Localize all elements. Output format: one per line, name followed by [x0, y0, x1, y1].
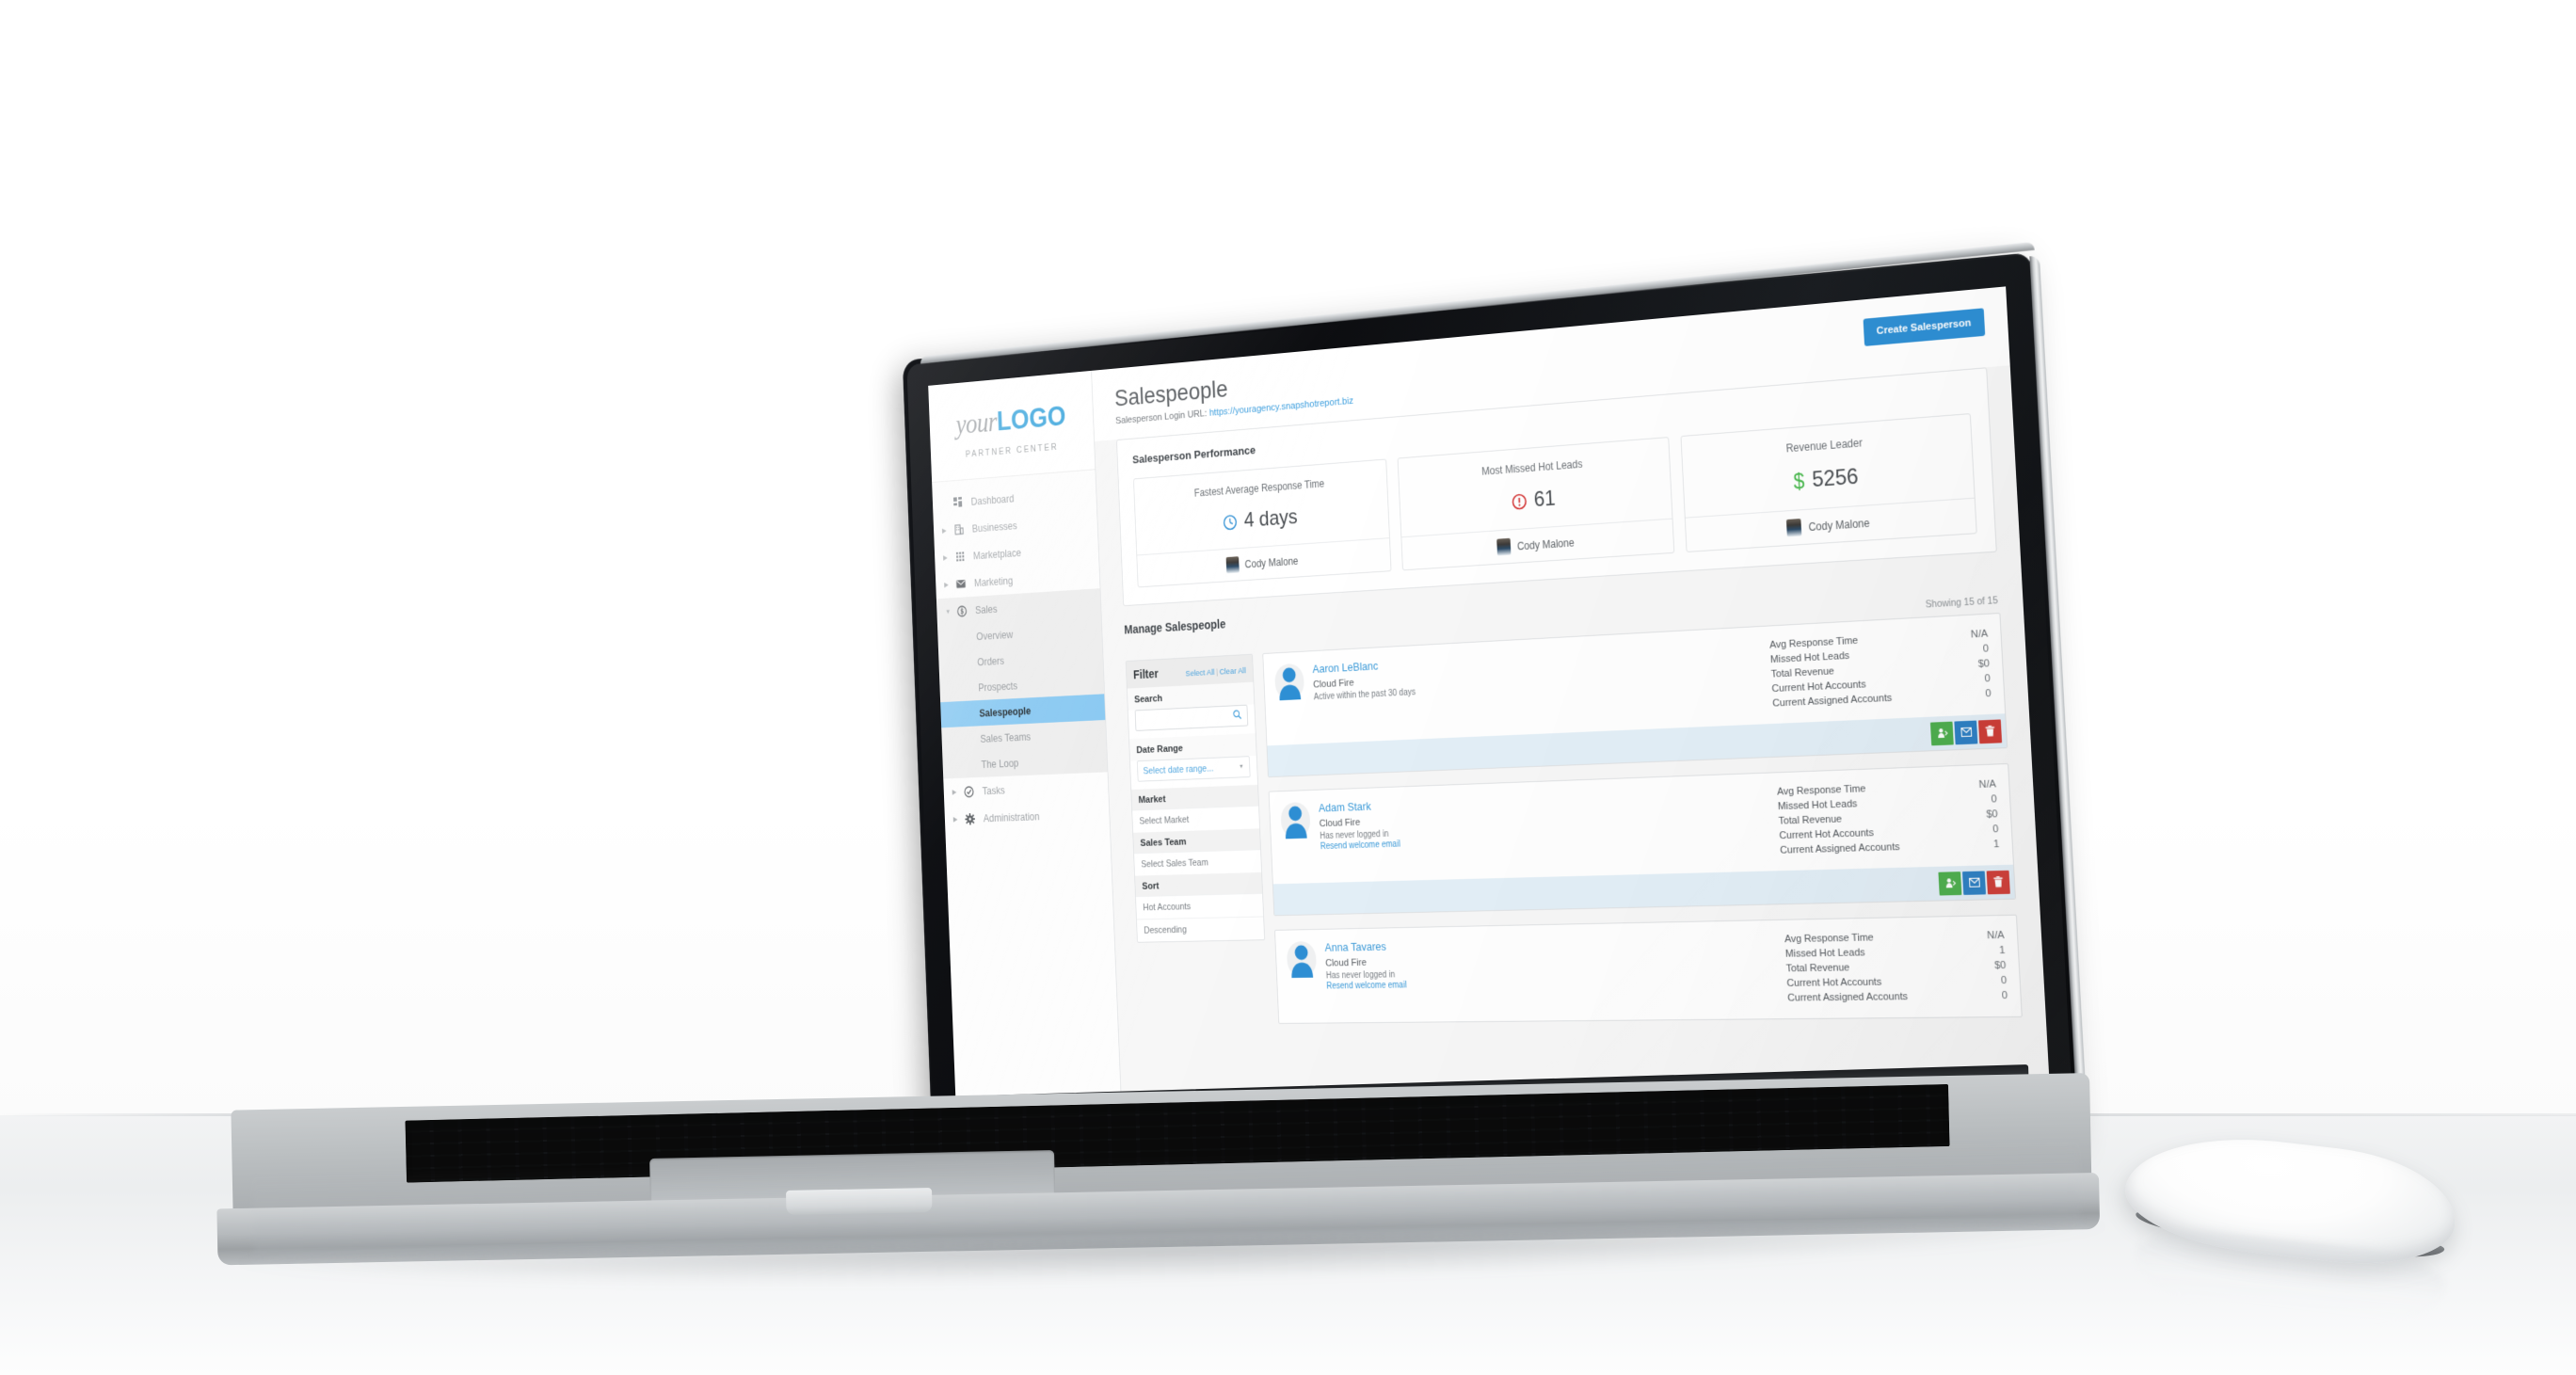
laptop-mockup: yourLOGO PARTNER CENTER Dashboard ▶ Busi… — [0, 0, 2576, 1375]
photo-scene: yourLOGO PARTNER CENTER Dashboard ▶ Busi… — [0, 0, 2576, 1375]
